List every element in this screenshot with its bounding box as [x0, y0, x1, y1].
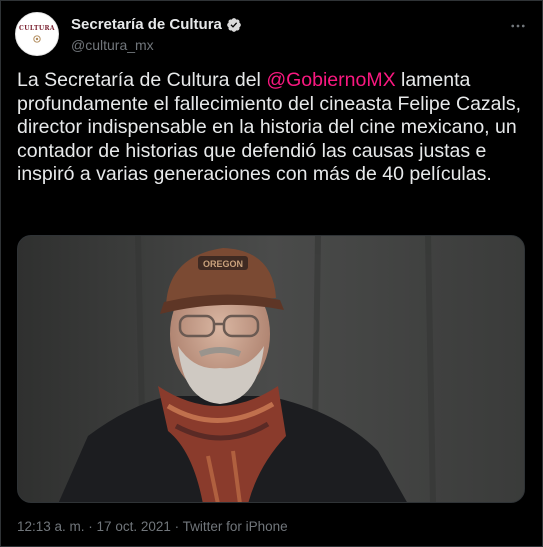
- meta-separator: ·: [84, 519, 97, 534]
- avatar-logo-mark-icon: [33, 35, 41, 43]
- avatar-logo-text: CULTURA: [19, 25, 55, 32]
- portrait-photo: OREGON: [18, 236, 524, 502]
- display-name-row[interactable]: Secretaría de Cultura: [71, 16, 242, 33]
- more-options-icon[interactable]: [508, 16, 528, 36]
- display-name[interactable]: Secretaría de Cultura: [71, 16, 222, 33]
- tweet-time[interactable]: 12:13 a. m.: [17, 519, 85, 534]
- tweet-source[interactable]: Twitter for iPhone: [183, 519, 288, 534]
- tweet-header: CULTURA Secretaría de Cultura @cultura_m…: [15, 12, 528, 60]
- more-dots-icon: [511, 24, 525, 28]
- avatar[interactable]: CULTURA: [15, 12, 59, 56]
- tweet-photo[interactable]: OREGON: [17, 235, 525, 503]
- tweet-card: CULTURA Secretaría de Cultura @cultura_m…: [0, 0, 543, 547]
- account-names: Secretaría de Cultura @cultura_mx: [71, 16, 242, 53]
- tweet-date[interactable]: 17 oct. 2021: [97, 519, 171, 534]
- account-handle[interactable]: @cultura_mx: [71, 37, 242, 53]
- tweet-text-before: La Secretaría de Cultura del: [17, 69, 267, 91]
- meta-separator-2: ·: [170, 519, 183, 534]
- verified-badge-icon: [227, 17, 241, 32]
- tweet-meta: 12:13 a. m. · 17 oct. 2021 · Twitter for…: [17, 519, 288, 534]
- cap-label: OREGON: [203, 259, 243, 269]
- tweet-text: La Secretaría de Cultura del @GobiernoMX…: [17, 69, 527, 187]
- mention-link[interactable]: @GobiernoMX: [266, 69, 395, 91]
